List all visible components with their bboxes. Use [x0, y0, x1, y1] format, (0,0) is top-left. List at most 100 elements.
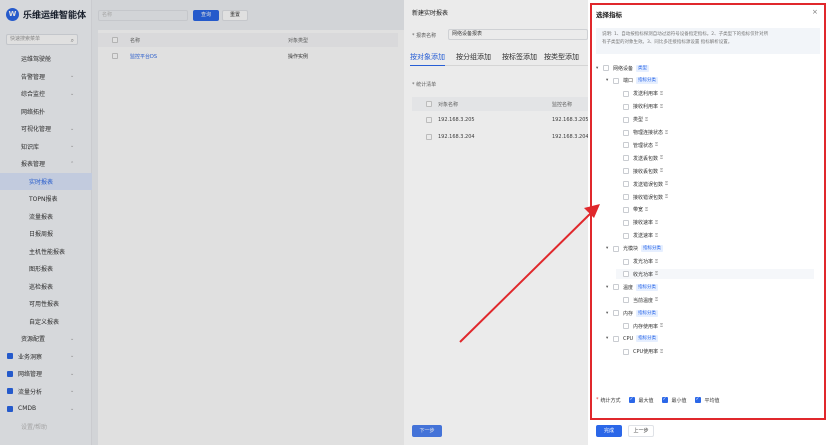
- tree-node[interactable]: 物理连接状态 ⍰: [616, 128, 668, 138]
- tree-node[interactable]: ▾ 内存 指标分类: [606, 308, 659, 318]
- tree-node[interactable]: 发送速率 ⍰: [616, 231, 658, 241]
- help-icon: ⍰: [660, 168, 664, 175]
- tree-node-label: 物理连接状态: [633, 130, 664, 136]
- tree-checkbox[interactable]: [623, 206, 629, 213]
- stat-option-label: 最大值: [638, 397, 654, 404]
- tree-checkbox[interactable]: [623, 194, 629, 200]
- help-icon: ⍰: [660, 348, 664, 355]
- help-icon: ⍰: [665, 181, 669, 188]
- confirm-button[interactable]: 完成: [596, 425, 622, 437]
- help-icon: ⍰: [655, 258, 659, 265]
- expand-arrow-icon[interactable]: ▾: [606, 336, 613, 341]
- tree-node-label: 收光功率: [633, 271, 654, 278]
- tree-node[interactable]: 发光功率 ⍰: [616, 257, 658, 267]
- required-mark: *: [596, 397, 599, 403]
- stat-option-checkbox[interactable]: ✓: [694, 397, 701, 403]
- tree-checkbox[interactable]: [603, 65, 609, 71]
- stat-option-checkbox[interactable]: ✓: [661, 397, 668, 403]
- tree-node[interactable]: 接收利用率 ⍰: [616, 102, 663, 112]
- tree-node[interactable]: 管理状态 ⍰: [616, 140, 658, 150]
- help-icon: ⍰: [655, 297, 659, 304]
- tree-node[interactable]: ▾ 光模块 指标分类: [606, 244, 664, 254]
- help-icon: ⍰: [665, 194, 669, 200]
- expand-arrow-icon[interactable]: ▾: [606, 78, 613, 83]
- help-icon: ⍰: [645, 206, 649, 213]
- tree-checkbox[interactable]: [623, 90, 629, 97]
- tree-node-label: 接收速率: [633, 220, 654, 227]
- expand-arrow-icon[interactable]: ▾: [596, 66, 603, 71]
- tree-checkbox[interactable]: [623, 232, 629, 239]
- tree-checkbox[interactable]: [623, 155, 629, 162]
- tree-checkbox[interactable]: [623, 348, 629, 355]
- tree-node[interactable]: 内存使用率 ⍰: [616, 321, 663, 331]
- tree-node[interactable]: 接收丢包数 ⍰: [616, 166, 663, 176]
- tree-checkbox[interactable]: [623, 142, 629, 149]
- stat-option-checkbox[interactable]: ✓: [628, 397, 635, 403]
- tree-node-label: 接收错误包数: [633, 194, 664, 201]
- tree-checkbox[interactable]: [623, 323, 629, 329]
- tree-checkbox[interactable]: [613, 245, 619, 252]
- select-metric-drawer: 选择指标 × 说明: 1、自动按指标探测自动过滤符号设备指定指标。2、子类型下的…: [588, 0, 830, 445]
- help-icon: ⍰: [660, 155, 664, 162]
- tree-node-label: 内存使用率: [633, 323, 659, 330]
- tree-checkbox[interactable]: [623, 258, 629, 265]
- help-tip: 说明: 1、自动按指标探测自动过滤符号设备指定指标。2、子类型下的指标仅针对所 …: [596, 28, 820, 54]
- tree-node-label: 接收利用率: [633, 104, 659, 111]
- tree-checkbox[interactable]: [613, 310, 619, 317]
- tree-node[interactable]: 发送利用率 ⍰: [616, 89, 663, 99]
- stat-method-label: 统计方式: [600, 397, 621, 404]
- help-icon: ⍰: [655, 219, 659, 226]
- tree-node[interactable]: CPU使用率 ⍰: [616, 347, 663, 357]
- tree-checkbox[interactable]: [613, 77, 619, 84]
- help-icon: ⍰: [645, 116, 649, 123]
- tree-node-label: 内存: [623, 310, 634, 317]
- tree-node[interactable]: ▾ CPU 指标分类: [606, 334, 659, 344]
- tree-checkbox[interactable]: [623, 129, 629, 136]
- tree-checkbox[interactable]: [623, 271, 629, 278]
- tree-node[interactable]: ▾ 端口 指标分类: [606, 76, 659, 86]
- category-tag: 指标分类: [636, 335, 659, 343]
- tree-node-label: CPU: [623, 335, 634, 342]
- tree-node[interactable]: 接收速率 ⍰: [616, 218, 658, 228]
- previous-step-button[interactable]: 上一步: [628, 425, 654, 437]
- tree-checkbox[interactable]: [623, 103, 629, 110]
- help-icon: ⍰: [660, 90, 664, 97]
- tree-node-label: 类型: [633, 117, 644, 124]
- help-icon: ⍰: [655, 271, 659, 278]
- help-icon: ⍰: [660, 323, 664, 329]
- category-tag: 指标分类: [636, 309, 659, 317]
- help-tip-line1: 说明: 1、自动按指标探测自动过滤符号设备指定指标。2、子类型下的指标仅针对所: [602, 32, 769, 37]
- tree-node[interactable]: ▾ 网络设备 类型: [596, 63, 650, 73]
- tree-node-label: 当前温度: [633, 297, 654, 304]
- tree-checkbox[interactable]: [623, 297, 629, 304]
- category-tag: 指标分类: [636, 283, 659, 291]
- tree-node-label: 温度: [623, 284, 634, 291]
- tree-node-label: 发送速率: [633, 233, 654, 240]
- tree-node-label: 带宽: [633, 207, 644, 214]
- expand-arrow-icon[interactable]: ▾: [606, 311, 613, 316]
- tree-node[interactable]: 带宽 ⍰: [616, 205, 648, 215]
- drawer-overlay: [404, 0, 588, 445]
- tree-node[interactable]: 收光功率 ⍰: [616, 269, 814, 280]
- tree-checkbox[interactable]: [613, 284, 619, 291]
- tree-node[interactable]: 发送丢包数 ⍰: [616, 153, 663, 163]
- tree-checkbox[interactable]: [623, 116, 629, 123]
- expand-arrow-icon[interactable]: ▾: [606, 285, 613, 290]
- tree-node-label: 发送丢包数: [633, 155, 659, 162]
- tree-checkbox[interactable]: [613, 335, 619, 342]
- tree-checkbox[interactable]: [623, 219, 629, 226]
- tree-node[interactable]: 发送错误包数 ⍰: [616, 179, 668, 189]
- tree-node[interactable]: 当前温度 ⍰: [616, 295, 658, 305]
- tree-node-label: CPU使用率: [633, 349, 659, 356]
- tree-checkbox[interactable]: [623, 168, 629, 175]
- tree-node[interactable]: ▾ 温度 指标分类: [606, 282, 659, 292]
- close-icon[interactable]: ×: [812, 8, 818, 16]
- expand-arrow-icon[interactable]: ▾: [606, 246, 613, 251]
- tree-checkbox[interactable]: [623, 181, 629, 188]
- stat-option-label: 平均值: [704, 397, 720, 404]
- tree-node[interactable]: 类型 ⍰: [616, 115, 648, 125]
- tree-node[interactable]: 接收错误包数 ⍰: [616, 192, 668, 202]
- tree-node-label: 发光功率: [633, 259, 654, 265]
- stat-option-label: 最小值: [671, 397, 687, 404]
- help-icon: ⍰: [655, 232, 659, 239]
